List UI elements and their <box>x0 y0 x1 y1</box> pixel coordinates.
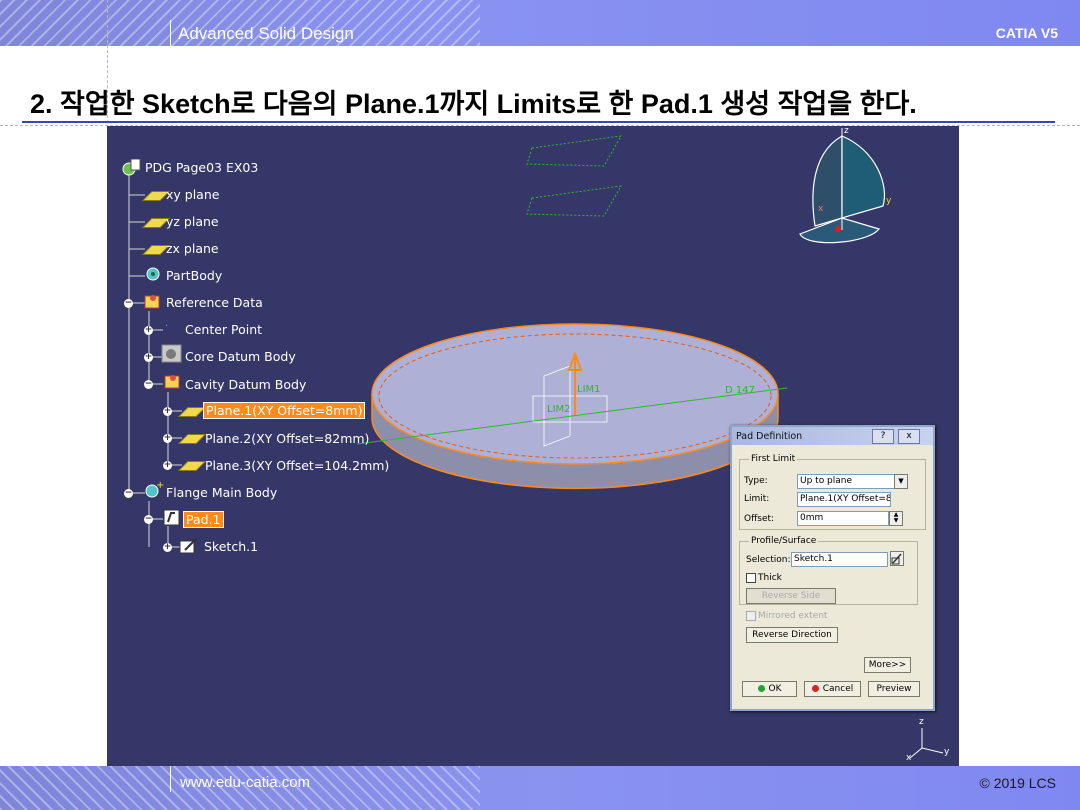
help-button[interactable]: ? <box>872 429 894 444</box>
dialog-title: Pad Definition <box>736 431 803 442</box>
pad-icon <box>163 509 181 526</box>
type-select[interactable]: Up to plane <box>797 474 896 489</box>
upper-plane-outline <box>526 135 622 167</box>
geometric-set-icon <box>163 372 181 389</box>
body-icon: + <box>143 480 164 498</box>
geometric-set-icon <box>143 292 161 309</box>
triad-x <box>909 747 923 759</box>
triad-y <box>921 747 944 754</box>
body-icon <box>145 266 163 281</box>
sketch-icon <box>179 536 198 554</box>
footer-divider <box>170 766 171 792</box>
preview-button[interactable]: Preview <box>868 681 920 697</box>
tree-item-yz-plane[interactable]: yz plane <box>166 214 219 229</box>
triad-z-label: z <box>919 717 924 727</box>
part-icon[interactable] <box>121 158 141 176</box>
expand-icon[interactable]: + <box>144 326 153 335</box>
type-label: Type: <box>744 476 768 486</box>
expand-icon[interactable]: + <box>163 461 172 470</box>
offset-label: Offset: <box>744 514 775 524</box>
tree-item-sketch-1[interactable]: Sketch.1 <box>204 539 258 554</box>
tree-item-plane-2[interactable]: Plane.2(XY Offset=82mm) <box>205 431 369 446</box>
tree-item-reference-data[interactable]: Reference Data <box>166 295 263 310</box>
cancel-button[interactable]: Cancel <box>804 681 861 697</box>
dialog-titlebar[interactable]: Pad Definition ? x <box>732 427 933 445</box>
compass-widget <box>799 128 885 244</box>
compass-y-label: y <box>886 196 892 206</box>
collapse-icon[interactable]: − <box>124 489 133 498</box>
point-icon: · <box>165 321 169 332</box>
limit-marker-2: LIM2 <box>547 404 571 415</box>
sketch-edit-icon[interactable] <box>890 551 904 566</box>
thick-label: Thick <box>758 573 782 583</box>
selection-field[interactable]: Sketch.1 <box>791 552 888 567</box>
offset-field[interactable]: 0mm <box>797 511 889 526</box>
tree-item-center-point[interactable]: Center Point <box>185 322 262 337</box>
ok-icon <box>757 685 765 692</box>
ok-label: OK <box>768 684 782 694</box>
pad-definition-dialog: Pad Definition ? x First Limit Type: Up … <box>730 425 935 711</box>
dimension-label: D 147 <box>725 385 755 396</box>
limit-label: Limit: <box>744 494 770 504</box>
tree-item-partbody[interactable]: PartBody <box>166 268 222 283</box>
reverse-side-button[interactable]: Reverse Side <box>746 588 836 604</box>
tree-item-flange-main-body[interactable]: Flange Main Body <box>166 485 277 500</box>
expand-icon[interactable]: + <box>163 434 172 443</box>
cancel-label: Cancel <box>822 684 854 694</box>
first-limit-label: First Limit <box>749 454 798 464</box>
more-button[interactable]: More>> <box>864 657 911 673</box>
tree-item-core-datum-body[interactable]: Core Datum Body <box>185 349 296 364</box>
mirrored-extent-checkbox[interactable] <box>746 611 756 621</box>
footer-website: www.edu-catia.com <box>180 774 311 791</box>
collapse-icon[interactable]: − <box>144 380 153 389</box>
thick-checkbox[interactable] <box>746 573 756 583</box>
cancel-icon <box>811 685 819 692</box>
ok-button[interactable]: OK <box>742 681 797 697</box>
tree-item-plane-3[interactable]: Plane.3(XY Offset=104.2mm) <box>205 458 389 473</box>
tree-item-pad-1[interactable]: Pad.1 <box>183 511 224 528</box>
reverse-direction-button[interactable]: Reverse Direction <box>746 627 838 643</box>
svg-text:+: + <box>156 480 164 491</box>
footer-copyright: © 2019 LCS <box>979 775 1056 791</box>
slide-title: 2. 작업한 Sketch로 다음의 Plane.1까지 Limits로 한 P… <box>30 89 917 119</box>
triad-y-label: y <box>944 747 950 757</box>
tree-root[interactable]: PDG Page03 EX03 <box>145 160 258 175</box>
tree-item-cavity-datum-body[interactable]: Cavity Datum Body <box>185 377 306 392</box>
slide-header: Advanced Solid Design CATIA V5 <box>0 0 1080 46</box>
tree-item-xy-plane[interactable]: xy plane <box>166 187 219 202</box>
header-divider <box>170 20 171 46</box>
header-title: Advanced Solid Design <box>178 24 354 43</box>
tree-item-zx-plane[interactable]: zx plane <box>166 241 219 256</box>
mirrored-extent-label: Mirrored extent <box>758 611 828 621</box>
expand-icon[interactable]: + <box>163 543 172 552</box>
chevron-down-icon[interactable]: ▼ <box>894 474 908 489</box>
datum-body-icon <box>161 344 182 363</box>
collapse-icon[interactable]: − <box>144 515 153 524</box>
profile-surface-label: Profile/Surface <box>749 536 819 546</box>
expand-icon[interactable]: + <box>163 407 172 416</box>
close-button[interactable]: x <box>898 429 920 444</box>
spinner-icon[interactable]: ▲ ▼ <box>889 511 903 526</box>
triad-x-label: x <box>906 753 912 763</box>
limit-marker-1: LIM1 <box>577 384 601 395</box>
compass-z-label: z <box>844 126 849 136</box>
slide-footer: www.edu-catia.com © 2019 LCS <box>0 766 1080 810</box>
limit-field[interactable]: Plane.1(XY Offset=8r <box>797 492 891 507</box>
expand-icon[interactable]: + <box>144 353 153 362</box>
title-underline <box>22 121 1055 123</box>
tree-item-plane-1[interactable]: Plane.1(XY Offset=8mm) <box>203 402 366 419</box>
lower-plane-outline <box>526 185 622 217</box>
selection-label: Selection: <box>746 555 791 565</box>
header-brand: CATIA V5 <box>995 25 1058 41</box>
compass-x-label: x <box>818 204 824 214</box>
collapse-icon[interactable]: − <box>124 299 133 308</box>
